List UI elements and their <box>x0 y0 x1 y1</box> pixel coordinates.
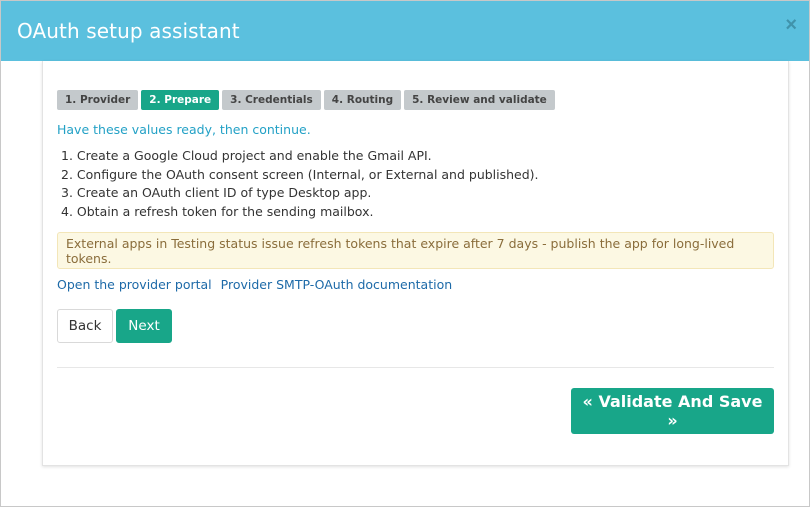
wizard-nav-buttons: Back Next <box>57 309 172 343</box>
instruction-item: 2. Configure the OAuth consent screen (I… <box>61 166 539 182</box>
wizard-steps: 1. Provider 2. Prepare 3. Credentials 4.… <box>57 90 555 110</box>
warning-alert: External apps in Testing status issue re… <box>57 232 774 269</box>
validate-and-save-button[interactable]: « Validate And Save » <box>571 388 774 434</box>
back-button[interactable]: Back <box>57 309 113 343</box>
step-provider[interactable]: 1. Provider <box>57 90 139 110</box>
oauth-setup-modal: OAuth setup assistant × 1. Provider 2. P… <box>0 0 810 507</box>
modal-title: OAuth setup assistant <box>17 19 240 43</box>
provider-docs-link[interactable]: Provider SMTP-OAuth documentation <box>221 277 452 292</box>
step-credentials[interactable]: 3. Credentials <box>222 90 321 110</box>
lead-text: Have these values ready, then continue. <box>57 122 311 137</box>
divider <box>57 367 774 368</box>
instruction-item: 1. Create a Google Cloud project and ena… <box>61 148 432 163</box>
help-links: Open the provider portal Provider SMTP-O… <box>57 277 452 292</box>
wizard-panel: 1. Provider 2. Prepare 3. Credentials 4.… <box>42 61 789 466</box>
next-button[interactable]: Next <box>116 309 172 343</box>
instructions-list: 1. Create a Google Cloud project and ena… <box>57 147 539 222</box>
step-routing[interactable]: 4. Routing <box>323 90 402 110</box>
modal-header: OAuth setup assistant × <box>1 1 809 61</box>
step-review-and-validate[interactable]: 5. Review and validate <box>404 90 555 110</box>
step-prepare[interactable]: 2. Prepare <box>141 90 220 110</box>
provider-portal-link[interactable]: Open the provider portal <box>57 277 212 292</box>
instruction-item: 3. Create an OAuth client ID of type Des… <box>61 185 372 201</box>
close-icon[interactable]: × <box>785 15 797 35</box>
instruction-item: 4. Obtain a refresh token for the sendin… <box>61 204 374 220</box>
